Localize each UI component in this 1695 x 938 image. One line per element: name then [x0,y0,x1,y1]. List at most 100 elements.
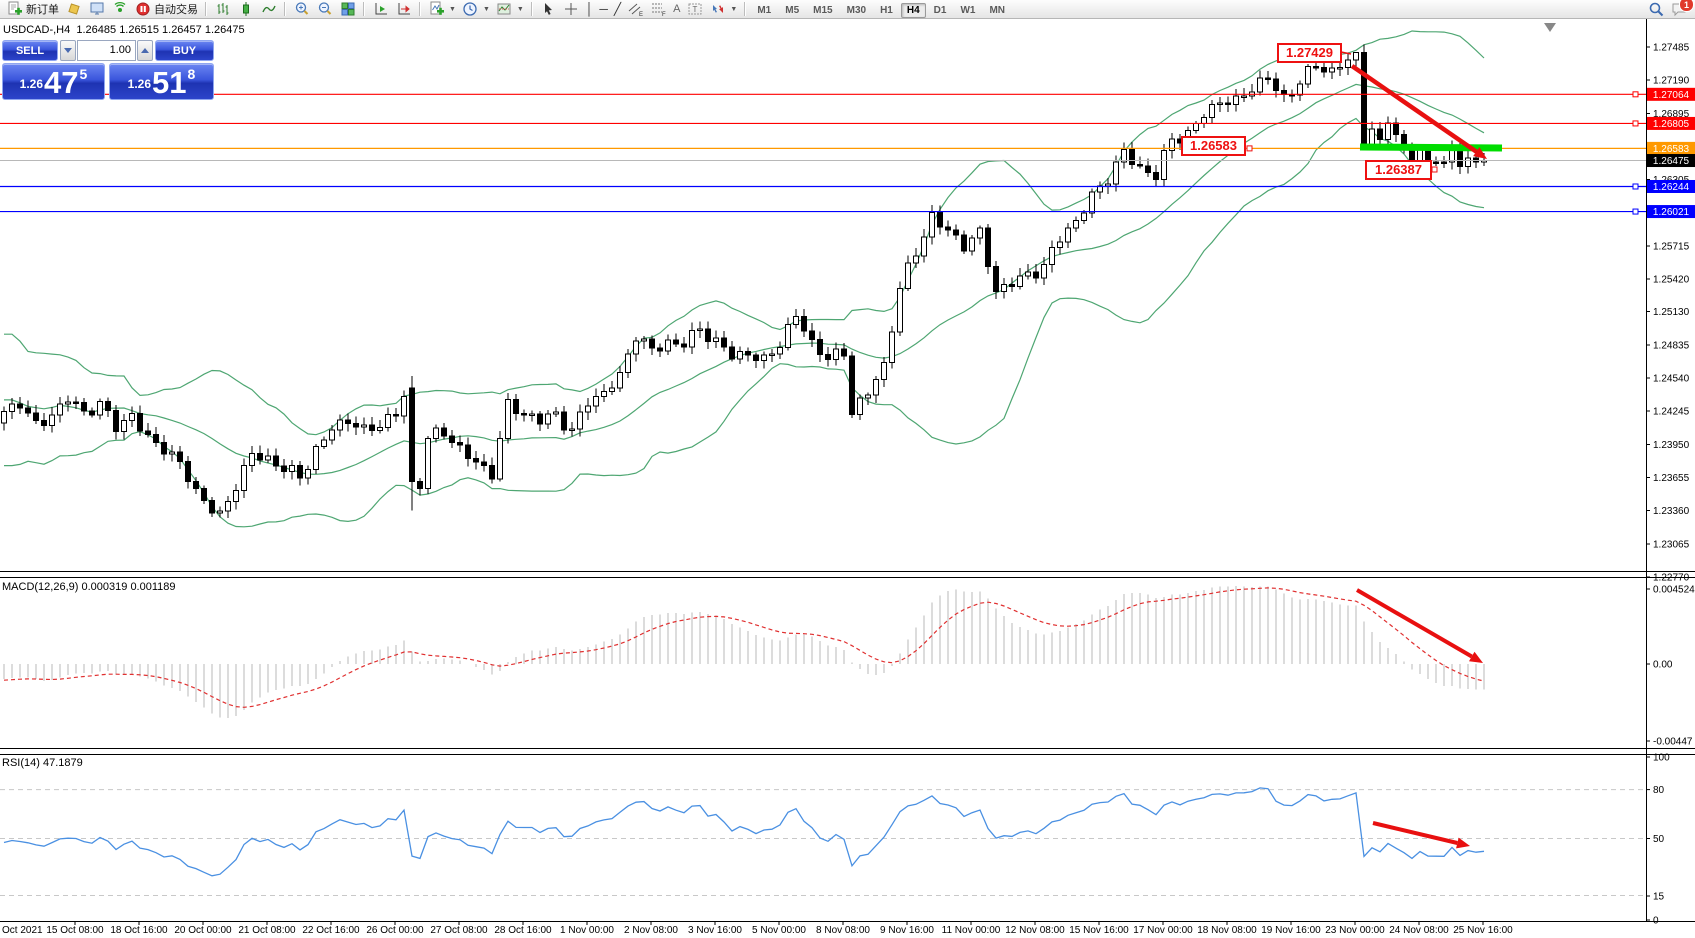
trendline-button[interactable]: ╱ [611,1,624,18]
level-lines [0,92,1646,214]
candle-body [1258,78,1263,92]
text-button[interactable]: A [670,1,683,18]
periods-button[interactable]: ▼ [459,1,493,18]
candle-body [410,388,415,481]
candle-body [586,406,591,412]
price-tag-1.27064[interactable]: 1.27064 [1647,88,1695,101]
candle-body [1058,242,1063,247]
arrows-tool-button[interactable]: ▼ [706,1,740,18]
fibonacci-button[interactable]: F [647,1,670,18]
candle-body [426,439,431,489]
tab-timeframe-d1[interactable]: D1 [928,3,953,18]
price-tag-1.26021-text: 1.26021 [1653,207,1690,218]
market-watch-button[interactable] [85,1,108,18]
bar-chart-button[interactable] [211,1,234,18]
candle-body [674,340,679,344]
price-tag-1.26805[interactable]: 1.26805 [1647,117,1695,130]
auto-trading-button[interactable]: 自动交易 [131,1,201,18]
candle-body [1466,158,1471,166]
toolbar-separator [744,2,746,16]
macd-label: MACD(12,26,9) 0.000319 0.001189 [2,581,176,593]
time-label: 5 Nov 00:00 [752,925,806,936]
green-support-line[interactable] [1360,147,1502,148]
indicators-button[interactable]: ▼ [425,1,459,18]
price-tag-1.26244[interactable]: 1.26244 [1647,180,1695,193]
buy-button[interactable]: BUY [155,40,214,61]
trend-arrow-macd-shaft [1357,590,1472,656]
zoom-in-button[interactable] [290,1,313,18]
time-label: 25 Nov 16:00 [1453,925,1513,936]
volume-increase-button[interactable] [137,40,153,61]
candle-body [778,347,783,354]
buy-price-button[interactable]: 1.26 51 8 [109,63,214,100]
toolbar-separator [419,2,421,16]
candle-body [322,440,327,447]
vertical-line-button[interactable]: │ [583,1,597,18]
axis-tick-label: 1.23065 [1653,539,1690,550]
candle-body [1314,66,1319,68]
chart-area[interactable]: 1.274851.271901.268951.263051.257151.254… [0,19,1695,938]
candle-body [930,213,935,237]
tab-timeframe-m30[interactable]: M30 [841,3,872,18]
candle-body [1194,124,1199,131]
history-center-button[interactable] [62,1,85,18]
trend-arrow-macd[interactable] [1357,590,1483,663]
cursor-button[interactable] [537,1,560,18]
candle-body [234,491,239,502]
candle-body [154,435,159,443]
tile-windows-button[interactable] [336,1,359,18]
tab-timeframe-mn[interactable]: MN [983,3,1011,18]
chart-shift-marker[interactable] [1544,23,1556,32]
sell-button[interactable]: SELL [2,40,58,61]
crosshair-button[interactable] [560,1,583,18]
text-label-button[interactable]: T [683,1,706,18]
time-label: 22 Oct 16:00 [302,925,360,936]
annotation-mid-price[interactable]: 1.26583 [1182,137,1245,155]
hline-handle[interactable] [1633,92,1638,97]
chat-icon[interactable]: 1 [1671,1,1688,17]
time-label: 11 Nov 00:00 [942,925,1001,936]
signal-button[interactable] [108,1,131,18]
candle-body [690,330,695,347]
line-chart-button[interactable] [257,1,280,18]
candle-body [386,415,391,428]
zoom-in-icon [293,1,310,17]
hline-handle[interactable] [1633,209,1638,214]
axis-tick-label: 1.25130 [1653,307,1690,318]
time-axis[interactable]: Oct 202115 Oct 08:0018 Oct 16:0020 Oct 0… [2,921,1513,936]
price-tag-1.26021[interactable]: 1.26021 [1647,205,1695,218]
horizontal-line-button[interactable]: ─ [596,1,611,18]
sell-price-button[interactable]: 1.26 47 5 [2,63,105,100]
tab-timeframe-m15[interactable]: M15 [807,3,838,18]
hline-handle[interactable] [1633,184,1638,189]
tab-timeframe-h4[interactable]: H4 [901,3,926,18]
arrows-tool-icon [709,1,726,17]
template-icon [496,1,513,17]
volume-decrease-button[interactable] [60,40,76,61]
price-tag-1.26583[interactable]: 1.26583 [1647,142,1695,155]
chart-shift-button[interactable] [392,1,415,18]
annotation-low-price[interactable]: 1.26387 [1366,161,1431,179]
tab-timeframe-h1[interactable]: H1 [874,3,899,18]
new-order-button[interactable]: 新订单 [3,1,62,18]
annotation-peak-price[interactable]: 1.27429 [1278,44,1341,62]
zoom-out-button[interactable] [313,1,336,18]
tab-timeframe-w1[interactable]: W1 [954,3,981,18]
time-label: 28 Oct 16:00 [494,925,552,936]
candle-body [786,324,791,347]
hline-handle[interactable] [1633,121,1638,126]
tab-timeframe-m1[interactable]: M1 [751,3,777,18]
search-icon[interactable] [1648,1,1665,17]
candle-body [498,438,503,478]
buy-price-prefix: 1.26 [128,77,151,91]
tab-timeframe-m5[interactable]: M5 [779,3,805,18]
price-tag-1.26244-text: 1.26244 [1653,182,1690,193]
templates-button[interactable]: ▼ [493,1,527,18]
price-tag-bid[interactable]: 1.26475 [1647,154,1695,167]
volume-input[interactable]: 1.00 [77,40,136,61]
equidistant-channel-button[interactable]: E [624,1,647,18]
auto-scroll-button[interactable] [369,1,392,18]
candle-body [522,414,527,416]
candlestick-button[interactable] [234,1,257,18]
rsi-axis-label: 80 [1653,785,1665,796]
